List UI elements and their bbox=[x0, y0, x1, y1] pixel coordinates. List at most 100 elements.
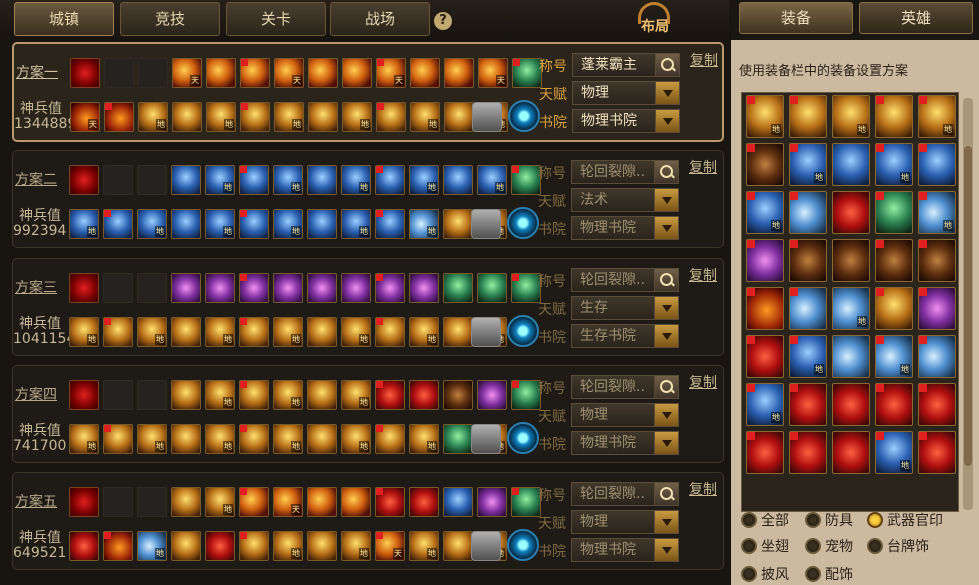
equipment-slot[interactable]: 天 bbox=[478, 58, 508, 88]
equipment-slot[interactable] bbox=[375, 273, 405, 303]
empty-slot[interactable] bbox=[137, 487, 167, 517]
search-icon[interactable] bbox=[654, 161, 678, 183]
equipment-slot[interactable] bbox=[239, 487, 269, 517]
equipment-slot[interactable]: 地 bbox=[206, 102, 236, 132]
help-icon[interactable]: ? bbox=[434, 12, 452, 30]
plan-name[interactable]: 方案三 bbox=[15, 277, 57, 297]
equipment-slot[interactable]: 地 bbox=[205, 424, 235, 454]
spirit-orb-icon[interactable] bbox=[507, 529, 539, 561]
equipment-slot[interactable] bbox=[307, 487, 337, 517]
copy-link[interactable]: 复制 bbox=[689, 372, 717, 392]
equipment-slot[interactable] bbox=[171, 209, 201, 239]
equipment-slot[interactable] bbox=[205, 531, 235, 561]
tab-equipment[interactable]: 装备 bbox=[739, 2, 853, 34]
equipment-slot[interactable] bbox=[206, 58, 236, 88]
equipment-slot[interactable] bbox=[443, 487, 473, 517]
equipment-slot[interactable] bbox=[307, 380, 337, 410]
inventory-item[interactable] bbox=[789, 95, 827, 138]
equipment-slot[interactable]: 天 bbox=[70, 102, 100, 132]
radio-icon[interactable] bbox=[867, 538, 883, 554]
chevron-down-icon[interactable] bbox=[655, 110, 679, 132]
equipment-slot[interactable]: 地 bbox=[410, 102, 440, 132]
plan-card[interactable]: 方案一 神兵值 1344889 天天天天 天地地地地地地 称号 天赋 书院 蓬莱… bbox=[12, 42, 724, 142]
equipment-slot[interactable] bbox=[103, 424, 133, 454]
tab-heroes[interactable]: 英雄 bbox=[859, 2, 973, 34]
inventory-item[interactable]: 地 bbox=[918, 95, 956, 138]
cauldron-icon[interactable] bbox=[471, 424, 501, 454]
radio-icon[interactable] bbox=[741, 566, 757, 582]
equipment-slot[interactable]: 地 bbox=[409, 424, 439, 454]
filter-option[interactable]: 武器官印 bbox=[867, 510, 943, 530]
filter-option[interactable]: 坐翅 bbox=[741, 536, 789, 556]
spirit-orb-icon[interactable] bbox=[507, 315, 539, 347]
talent-select[interactable]: 物理 bbox=[571, 510, 679, 534]
radio-icon[interactable] bbox=[741, 538, 757, 554]
equipment-slot[interactable]: 地 bbox=[341, 531, 371, 561]
equipment-slot[interactable]: 地 bbox=[409, 317, 439, 347]
equipment-slot[interactable] bbox=[239, 380, 269, 410]
equipment-slot[interactable] bbox=[443, 317, 473, 347]
equipment-slot[interactable] bbox=[477, 487, 507, 517]
equipment-slot[interactable]: 地 bbox=[409, 209, 439, 239]
equipment-slot[interactable]: 地 bbox=[409, 531, 439, 561]
equipment-slot[interactable] bbox=[375, 317, 405, 347]
inventory-item[interactable] bbox=[875, 287, 913, 330]
spirit-orb-icon[interactable] bbox=[508, 100, 540, 132]
equipment-slot[interactable]: 天 bbox=[376, 58, 406, 88]
seal-slot[interactable] bbox=[69, 487, 99, 517]
chevron-down-icon[interactable] bbox=[654, 432, 678, 454]
inventory-item[interactable] bbox=[918, 335, 956, 378]
equipment-slot[interactable] bbox=[307, 209, 337, 239]
equipment-slot[interactable]: 地 bbox=[69, 209, 99, 239]
equipment-slot[interactable]: 地 bbox=[409, 165, 439, 195]
seal-slot[interactable] bbox=[69, 165, 99, 195]
equipment-slot[interactable] bbox=[171, 487, 201, 517]
equipment-slot[interactable] bbox=[375, 380, 405, 410]
cauldron-icon[interactable] bbox=[471, 531, 501, 561]
plan-name[interactable]: 方案四 bbox=[15, 384, 57, 404]
empty-slot[interactable] bbox=[138, 58, 168, 88]
equipment-slot[interactable] bbox=[511, 380, 541, 410]
equipment-slot[interactable] bbox=[477, 273, 507, 303]
chevron-down-icon[interactable] bbox=[655, 82, 679, 104]
inventory-item[interactable] bbox=[832, 335, 870, 378]
equipment-slot[interactable] bbox=[341, 487, 371, 517]
layout-button[interactable]: 布局 bbox=[630, 2, 680, 38]
inventory-item[interactable]: 地 bbox=[875, 335, 913, 378]
inventory-item[interactable]: 地 bbox=[789, 335, 827, 378]
academy-select[interactable]: 物理书院 bbox=[571, 431, 679, 455]
equipment-slot[interactable] bbox=[512, 58, 542, 88]
seal-slot[interactable] bbox=[69, 273, 99, 303]
equipment-slot[interactable] bbox=[375, 487, 405, 517]
equipment-slot[interactable]: 地 bbox=[341, 380, 371, 410]
inventory-item[interactable]: 地 bbox=[746, 95, 784, 138]
filter-option[interactable]: 披风 bbox=[741, 564, 789, 584]
talent-select[interactable]: 物理 bbox=[572, 81, 680, 105]
copy-link[interactable]: 复制 bbox=[689, 479, 717, 499]
inventory-item[interactable] bbox=[918, 383, 956, 426]
equipment-slot[interactable] bbox=[240, 58, 270, 88]
inventory-item[interactable] bbox=[832, 191, 870, 234]
title-field[interactable]: 轮回裂隙.. bbox=[571, 482, 679, 506]
inventory-item[interactable] bbox=[832, 143, 870, 186]
equipment-slot[interactable] bbox=[239, 317, 269, 347]
empty-slot[interactable] bbox=[103, 273, 133, 303]
equipment-slot[interactable] bbox=[239, 209, 269, 239]
chevron-down-icon[interactable] bbox=[654, 404, 678, 426]
cauldron-icon[interactable] bbox=[471, 209, 501, 239]
equipment-slot[interactable] bbox=[171, 424, 201, 454]
inventory-item[interactable]: 地 bbox=[918, 191, 956, 234]
equipment-slot[interactable] bbox=[104, 102, 134, 132]
empty-slot[interactable] bbox=[137, 165, 167, 195]
chevron-down-icon[interactable] bbox=[654, 511, 678, 533]
talent-select[interactable]: 生存 bbox=[571, 296, 679, 320]
equipment-slot[interactable]: 地 bbox=[205, 165, 235, 195]
equipment-slot[interactable] bbox=[443, 424, 473, 454]
empty-slot[interactable] bbox=[137, 273, 167, 303]
equipment-slot[interactable] bbox=[443, 380, 473, 410]
equipment-slot[interactable]: 天 bbox=[274, 58, 304, 88]
radio-icon[interactable] bbox=[867, 512, 883, 528]
equipment-slot[interactable]: 地 bbox=[273, 209, 303, 239]
equipment-slot[interactable] bbox=[477, 380, 507, 410]
inventory-item[interactable] bbox=[789, 383, 827, 426]
